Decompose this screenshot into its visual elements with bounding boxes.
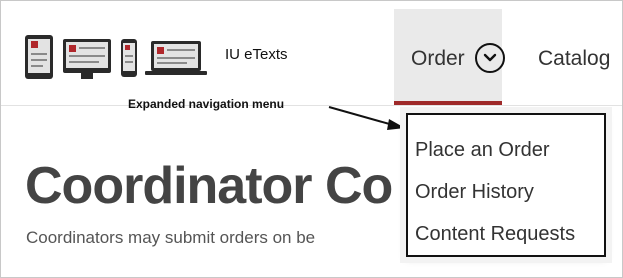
menu-item-order-history[interactable]: Order History [415,181,534,204]
annotation-arrow [328,106,405,130]
brand-name[interactable]: IU eTexts [225,46,288,63]
page-title: Coordinator Co [25,157,393,215]
annotation-label: Expanded navigation menu [128,97,285,111]
page-description: Coordinators may submit orders on be [26,228,316,247]
site-header: IU eTexts Order Catalog [1,1,622,106]
screenshot-frame: IU eTexts Order Catalog Expanded navigat… [0,0,623,278]
menu-item-place-order[interactable]: Place an Order [415,139,550,162]
nav-order-label[interactable]: Order [411,47,465,71]
nav-catalog-tab[interactable]: Catalog [538,47,610,71]
active-tab-indicator [394,101,502,105]
menu-item-content-requests[interactable]: Content Requests [415,223,575,246]
chevron-down-icon[interactable] [475,43,505,73]
order-dropdown-menu: Place an Order Order History Content Req… [406,113,606,257]
